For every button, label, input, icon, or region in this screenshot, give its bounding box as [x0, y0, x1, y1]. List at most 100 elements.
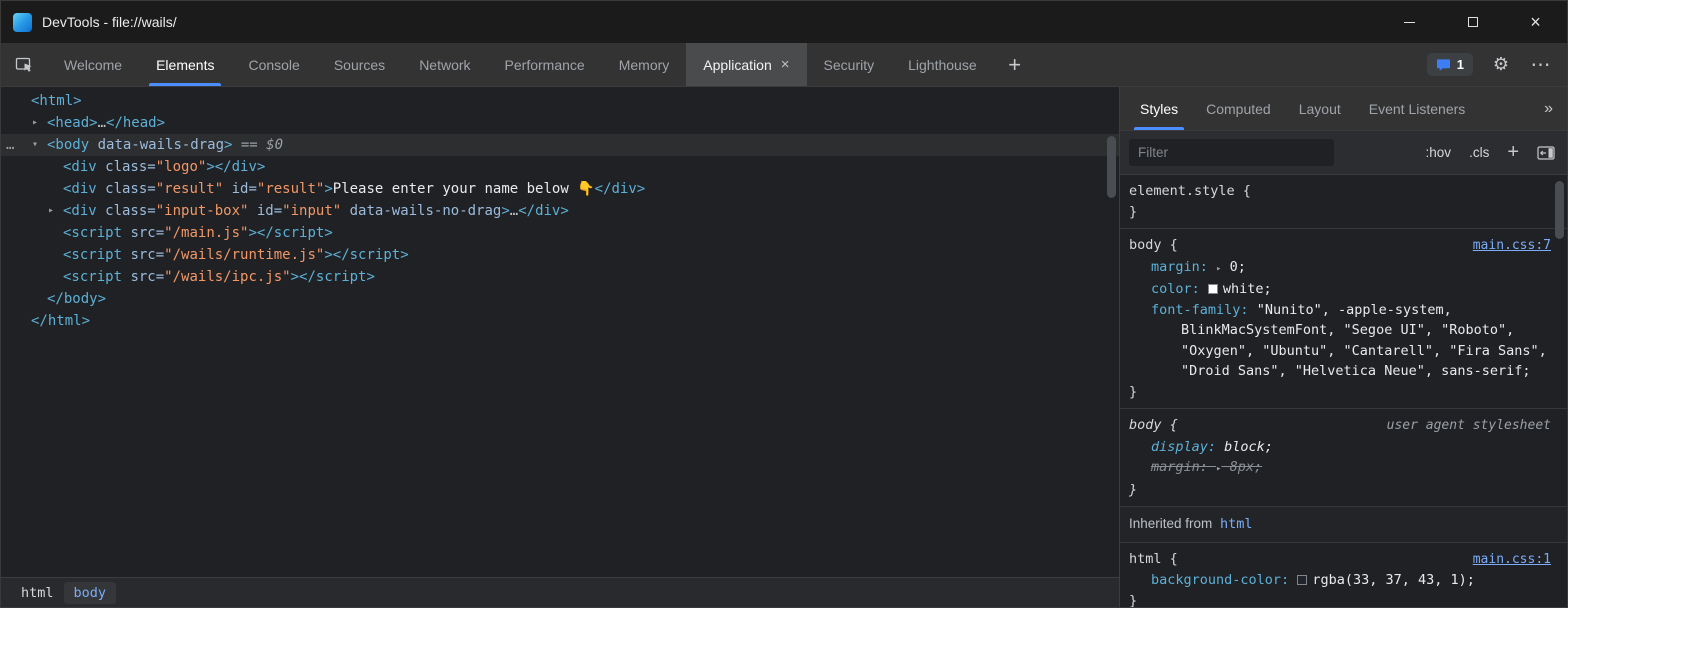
breadcrumb-item-body[interactable]: body — [64, 582, 117, 604]
rule-selector[interactable]: body — [1129, 417, 1162, 433]
token-val: "/wails/runtime.js" — [164, 247, 324, 263]
chevron-double-right-icon: » — [1544, 100, 1553, 118]
tab-application[interactable]: Application× — [686, 43, 806, 86]
css-property-name: display: — [1151, 439, 1216, 455]
more-tools-button[interactable]: + — [994, 43, 1036, 86]
tab-label: Welcome — [64, 57, 122, 73]
token-tag: </script> — [257, 225, 333, 241]
sidebar-tab-label: Styles — [1140, 101, 1178, 117]
sidebar-tab-styles[interactable]: Styles — [1126, 87, 1192, 130]
minimize-icon — [1404, 22, 1415, 23]
dom-tree-node[interactable]: <script src="/main.js"></script> — [1, 222, 1119, 244]
inherited-node-link[interactable]: html — [1220, 516, 1253, 532]
rule-selector[interactable]: html — [1129, 551, 1162, 567]
close-brace: } — [1129, 382, 1551, 403]
dom-tree-node[interactable]: </body> — [1, 288, 1119, 310]
close-brace: } — [1129, 480, 1551, 501]
style-rule: element.style {} — [1120, 175, 1567, 229]
styles-filter-input[interactable] — [1129, 139, 1334, 166]
sidebar-tab-event-listeners[interactable]: Event Listeners — [1355, 87, 1480, 130]
css-property-name: background-color: — [1151, 572, 1289, 588]
css-declaration[interactable]: margin: ▸ 0; — [1129, 257, 1551, 280]
sidebar-tab-layout[interactable]: Layout — [1285, 87, 1355, 130]
tab-console[interactable]: Console — [231, 43, 316, 86]
expand-arrow-icon[interactable]: ▸ — [48, 200, 54, 222]
token-val: "result" — [257, 181, 324, 197]
tab-label: Performance — [505, 57, 585, 73]
tab-close-icon[interactable]: × — [781, 57, 790, 72]
styles-scrollbar-thumb[interactable] — [1555, 181, 1564, 239]
expand-shorthand-icon[interactable]: ▸ — [1216, 459, 1221, 480]
stylesheet-link[interactable]: main.css:1 — [1473, 550, 1551, 571]
stylesheet-link[interactable]: main.css:7 — [1473, 236, 1551, 257]
dom-tree-node[interactable]: ▸<div class="input-box" id="input" data-… — [1, 200, 1119, 222]
css-property-value: 0; — [1230, 259, 1246, 275]
tab-label: Network — [419, 57, 470, 73]
tab-elements[interactable]: Elements — [139, 43, 231, 86]
token-attr: class= — [97, 181, 156, 197]
dom-tree-node[interactable]: <div class="logo"></div> — [1, 156, 1119, 178]
tab-welcome[interactable]: Welcome — [47, 43, 139, 86]
css-declaration[interactable]: display: block; — [1129, 437, 1551, 458]
token-text: Please enter your name below — [333, 181, 577, 197]
token-emoji: 👇 — [577, 181, 594, 197]
more-sidebar-tabs-button[interactable]: » — [1544, 87, 1567, 130]
css-declaration[interactable]: background-color: rgba(33, 37, 43, 1); — [1129, 570, 1551, 591]
dom-tree-node[interactable]: <div class="result" id="result">Please e… — [1, 178, 1119, 200]
element-classes-button[interactable]: .cls — [1469, 145, 1489, 160]
node-menu-icon[interactable]: … — [6, 134, 14, 156]
main-toolbar: Welcome ElementsConsoleSources Network Perf… — [1, 43, 1567, 87]
css-declaration[interactable]: margin: ▸ 8px; — [1129, 457, 1551, 480]
style-rule: html {main.css:1background-color: rgba(3… — [1120, 543, 1567, 608]
color-swatch[interactable] — [1208, 284, 1218, 294]
new-style-rule-button[interactable]: + — [1507, 141, 1519, 164]
toggle-element-state-button[interactable]: :hov — [1426, 145, 1452, 160]
rule-header: body {user agent stylesheet — [1129, 415, 1551, 437]
dom-tree-node[interactable]: ▸<head>…</head> — [1, 112, 1119, 134]
close-button[interactable]: × — [1504, 1, 1567, 43]
expand-shorthand-icon[interactable]: ▸ — [1216, 259, 1221, 280]
css-property-name: font-family: — [1151, 302, 1249, 318]
dom-tree-node[interactable]: <script src="/wails/ipc.js"></script> — [1, 266, 1119, 288]
styles-sidebar: Styles ComputedLayoutEvent Listeners » :h… — [1119, 87, 1567, 607]
dom-tree-node[interactable]: <script src="/wails/runtime.js"></script… — [1, 244, 1119, 266]
maximize-button[interactable] — [1441, 1, 1504, 43]
more-menu-button[interactable]: ⋯ — [1529, 52, 1553, 77]
dom-tree-node[interactable]: <html> — [1, 90, 1119, 112]
style-rule: body {user agent stylesheetdisplay: bloc… — [1120, 409, 1567, 507]
tab-security[interactable]: Security — [807, 43, 892, 86]
css-property-name: margin: — [1151, 459, 1208, 475]
tab-performance[interactable]: Performance — [488, 43, 602, 86]
inherited-from-label: Inherited from — [1129, 516, 1216, 531]
dom-tree-node[interactable]: …▾<body data-wails-drag> == $0 — [1, 134, 1119, 156]
token-attr: id= — [248, 203, 282, 219]
rule-selector[interactable]: element.style — [1129, 183, 1235, 199]
tab-sources[interactable]: Sources — [317, 43, 402, 86]
rule-header: element.style { — [1129, 181, 1551, 202]
minimize-button[interactable] — [1378, 1, 1441, 43]
tab-memory[interactable]: Memory — [602, 43, 687, 86]
expand-arrow-icon[interactable]: ▸ — [32, 112, 38, 134]
rule-selector-wrap: html { — [1129, 549, 1178, 570]
css-property-value: rgba(33, 37, 43, 1); — [1312, 572, 1475, 588]
color-swatch[interactable] — [1297, 575, 1307, 585]
window-title: DevTools - file://wails/ — [42, 14, 177, 30]
tab-network[interactable]: Network — [402, 43, 487, 86]
breadcrumb-item-html[interactable]: html — [11, 582, 64, 604]
rule-selector[interactable]: body — [1129, 237, 1162, 253]
css-declaration[interactable]: color: white; — [1129, 279, 1551, 300]
css-declaration[interactable]: font-family: "Nunito", -apple-system, Bl… — [1129, 300, 1551, 382]
token-val: "/wails/ipc.js" — [164, 269, 290, 285]
sidebar-tab-computed[interactable]: Computed — [1192, 87, 1285, 130]
token-tag: <head> — [47, 115, 98, 131]
computed-sidebar-toggle-button[interactable] — [1537, 146, 1555, 160]
collapse-arrow-icon[interactable]: ▾ — [32, 134, 38, 156]
elements-scrollbar-thumb[interactable] — [1107, 136, 1116, 198]
inspect-button[interactable] — [1, 43, 47, 86]
dom-tree-node[interactable]: </html> — [1, 310, 1119, 332]
tab-lighthouse[interactable]: Lighthouse — [891, 43, 994, 86]
issues-button[interactable]: 1 — [1427, 53, 1473, 76]
settings-button[interactable]: ⚙ — [1489, 54, 1513, 75]
token-attr: id= — [223, 181, 257, 197]
rule-header: body {main.css:7 — [1129, 235, 1551, 257]
